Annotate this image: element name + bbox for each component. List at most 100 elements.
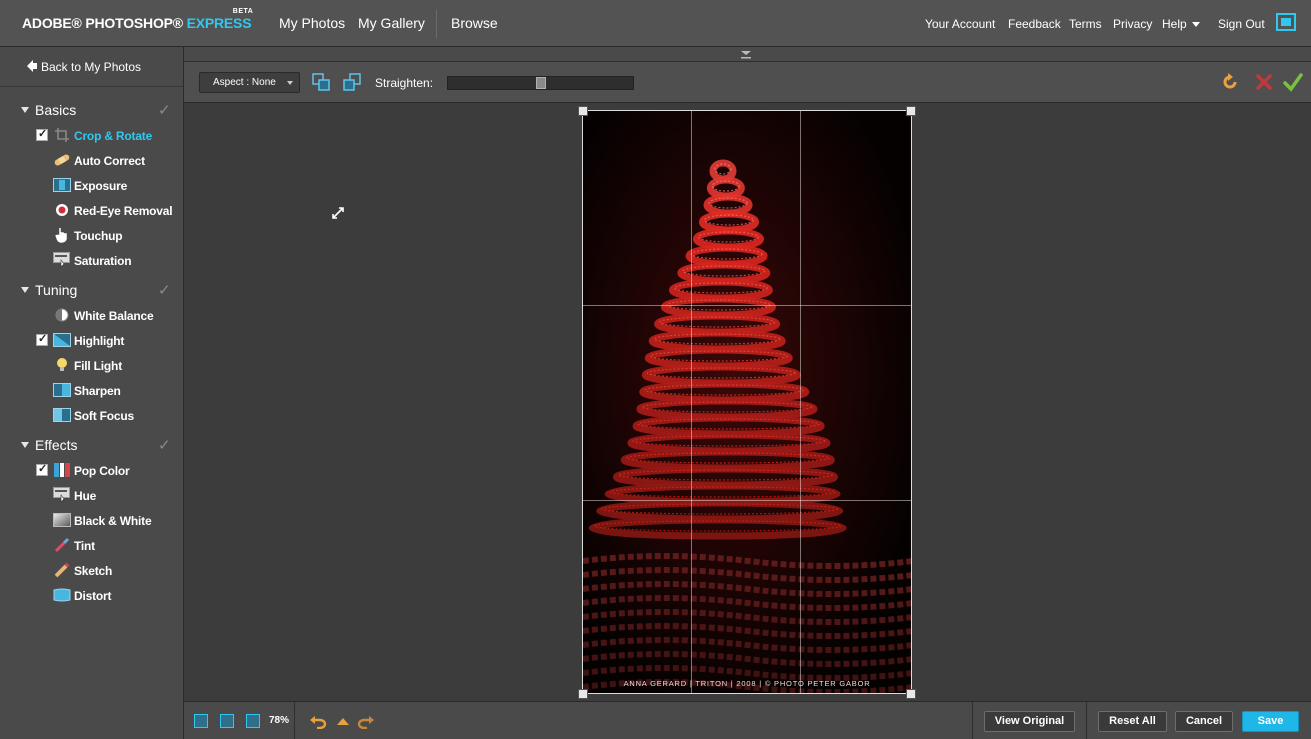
crop-grid-line xyxy=(583,500,911,501)
photo-image[interactable]: ANNA GERARD | TRITON | 2008 | © PHOTO PE… xyxy=(582,110,912,694)
section-title: Tuning xyxy=(35,282,78,298)
move-cursor-icon xyxy=(332,207,344,219)
undo-icon[interactable] xyxy=(309,713,327,729)
checkmark-icon: ✓ xyxy=(158,102,171,119)
rotate-right-icon[interactable] xyxy=(343,73,361,91)
applied-checkbox[interactable] xyxy=(36,462,48,476)
highlight-icon xyxy=(53,332,71,348)
tool-label: Distort xyxy=(74,589,112,603)
top-bar: ADOBE® PHOTOSHOP® EXPRESS BETA My Photos… xyxy=(0,0,1311,47)
tool-label: Touchup xyxy=(74,229,123,243)
crop-grid-line xyxy=(800,111,801,693)
bottom-bar: 78% View Original Reset All Cancel Save xyxy=(184,701,1311,739)
tool-hue[interactable]: Hue xyxy=(0,486,183,506)
straighten-slider-thumb[interactable] xyxy=(536,77,546,89)
saturation-icon xyxy=(53,252,71,268)
tool-black-white[interactable]: Black & White xyxy=(0,511,183,531)
hue-icon xyxy=(53,487,71,503)
tool-fill-light[interactable]: Fill Light xyxy=(0,356,183,376)
tool-crop-rotate[interactable]: Crop & Rotate xyxy=(0,126,183,146)
tint-icon xyxy=(53,537,71,553)
collapse-triangle-icon xyxy=(21,107,29,113)
soft-focus-icon xyxy=(53,407,71,423)
crop-handle-top-left[interactable] xyxy=(578,106,588,116)
nav-help[interactable]: Help xyxy=(1162,17,1200,31)
divider xyxy=(294,702,295,739)
nav-your-account[interactable]: Your Account xyxy=(925,17,995,31)
applied-checkbox[interactable] xyxy=(36,332,48,346)
undo-crop-icon[interactable] xyxy=(1220,72,1240,92)
fit-view-icon[interactable] xyxy=(194,714,208,728)
nav-sign-out[interactable]: Sign Out xyxy=(1218,17,1265,31)
nav-feedback[interactable]: Feedback xyxy=(1008,17,1061,31)
nav-privacy[interactable]: Privacy xyxy=(1113,17,1152,31)
reset-all-button[interactable]: Reset All xyxy=(1098,711,1167,732)
tool-exposure[interactable]: Exposure xyxy=(0,176,183,196)
chevron-down-icon xyxy=(1191,22,1200,28)
cancel-button[interactable]: Cancel xyxy=(1175,711,1233,732)
toolbar-collapse-strip xyxy=(184,47,1311,62)
rotate-left-icon[interactable] xyxy=(312,73,330,91)
section-effects[interactable]: Effects ✓ xyxy=(0,436,183,456)
sketch-icon xyxy=(53,562,71,578)
redo-icon[interactable] xyxy=(357,713,375,729)
tool-label: Pop Color xyxy=(74,464,130,478)
save-button[interactable]: Save xyxy=(1242,711,1299,732)
sharpen-icon xyxy=(53,382,71,398)
tool-label: Sharpen xyxy=(74,384,121,398)
crop-handle-bottom-right[interactable] xyxy=(906,689,916,699)
actual-size-icon[interactable] xyxy=(220,714,234,728)
photo-caption: ANNA GERARD | TRITON | 2008 | © PHOTO PE… xyxy=(623,679,871,688)
crop-grid-line xyxy=(691,111,692,693)
cancel-crop-icon[interactable] xyxy=(1254,72,1274,92)
tool-red-eye-removal[interactable]: Red-Eye Removal xyxy=(0,201,183,221)
view-original-button[interactable]: View Original xyxy=(984,711,1075,732)
arrow-up-icon[interactable] xyxy=(334,713,352,729)
tool-tint[interactable]: Tint xyxy=(0,536,183,556)
collapse-triangle-icon xyxy=(21,287,29,293)
collapse-handle-icon[interactable] xyxy=(740,50,752,59)
tool-saturation[interactable]: Saturation xyxy=(0,251,183,271)
red-eye-icon xyxy=(53,202,71,218)
nav-terms[interactable]: Terms xyxy=(1069,17,1102,31)
divider xyxy=(972,702,973,739)
zoom-level: 78% xyxy=(269,715,290,726)
straighten-slider[interactable] xyxy=(447,76,634,90)
photo-canvas[interactable]: ANNA GERARD | TRITON | 2008 | © PHOTO PE… xyxy=(184,103,1311,701)
nav-my-photos[interactable]: My Photos xyxy=(279,15,345,31)
logo-express: EXPRESS xyxy=(186,15,252,31)
fullscreen-icon[interactable] xyxy=(1276,13,1296,31)
tool-distort[interactable]: Distort xyxy=(0,586,183,606)
chevron-down-icon xyxy=(287,81,293,85)
tool-highlight[interactable]: Highlight xyxy=(0,331,183,351)
tool-pop-color[interactable]: Pop Color xyxy=(0,461,183,481)
tool-sketch[interactable]: Sketch xyxy=(0,561,183,581)
crop-handle-bottom-left[interactable] xyxy=(578,689,588,699)
tool-white-balance[interactable]: White Balance xyxy=(0,306,183,326)
applied-checkbox[interactable] xyxy=(36,127,48,141)
tool-label: Soft Focus xyxy=(74,409,134,423)
checkmark-icon: ✓ xyxy=(158,282,171,299)
tool-label: Auto Correct xyxy=(74,154,145,168)
crop-icon xyxy=(53,127,71,143)
logo-beta: BETA xyxy=(232,8,254,15)
section-tuning[interactable]: Tuning ✓ xyxy=(0,281,183,301)
checkmark-icon: ✓ xyxy=(158,437,171,454)
divider xyxy=(1086,702,1087,739)
back-to-my-photos-button[interactable]: Back to My Photos xyxy=(0,47,183,87)
tool-soft-focus[interactable]: Soft Focus xyxy=(0,406,183,426)
collapse-triangle-icon xyxy=(21,442,29,448)
apply-crop-icon[interactable] xyxy=(1283,72,1303,92)
crop-handle-top-right[interactable] xyxy=(906,106,916,116)
tool-sharpen[interactable]: Sharpen xyxy=(0,381,183,401)
nav-browse[interactable]: Browse xyxy=(451,15,498,31)
nav-my-gallery[interactable]: My Gallery xyxy=(358,15,425,31)
photo-content xyxy=(583,111,911,693)
zoom-view-icon[interactable] xyxy=(246,714,260,728)
tool-touchup[interactable]: Touchup xyxy=(0,226,183,246)
app-logo[interactable]: ADOBE® PHOTOSHOP® EXPRESS BETA xyxy=(22,8,253,31)
aspect-dropdown[interactable]: Aspect : None xyxy=(199,72,300,93)
section-basics[interactable]: Basics ✓ xyxy=(0,101,183,121)
tool-label: Saturation xyxy=(74,254,132,268)
tool-auto-correct[interactable]: Auto Correct xyxy=(0,151,183,171)
